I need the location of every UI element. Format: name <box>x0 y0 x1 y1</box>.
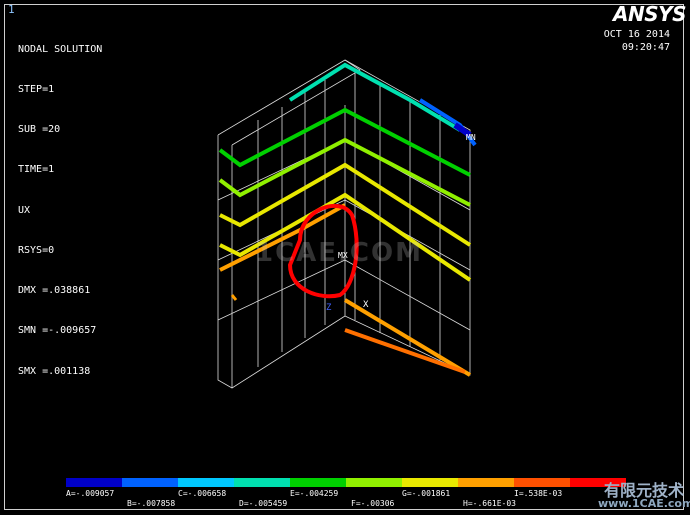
legend-label: I=.538E-03 <box>514 489 563 498</box>
mn-marker: MN <box>466 133 476 142</box>
axis-x-label: X <box>363 300 369 310</box>
legend-label: C=-.006658 <box>178 489 227 498</box>
legend-swatch <box>178 478 234 487</box>
legend-label: A=-.009057 <box>66 489 115 498</box>
legend-swatch <box>346 478 402 487</box>
legend-swatch <box>234 478 290 487</box>
legend-swatch <box>514 478 570 487</box>
legend-swatch <box>402 478 458 487</box>
watermark: 1CAE.COM <box>255 238 423 268</box>
legend-label: E=-.004259 <box>290 489 339 498</box>
legend-label: H=-.661E-03 <box>463 499 516 508</box>
watermark-url: www.1CAE.com <box>598 497 690 510</box>
contour-legend <box>66 478 626 487</box>
legend-label: G=-.001861 <box>402 489 451 498</box>
legend-swatch <box>66 478 122 487</box>
legend-swatch <box>458 478 514 487</box>
axis-z-label: Z <box>326 303 332 313</box>
legend-swatch <box>290 478 346 487</box>
legend-swatch <box>122 478 178 487</box>
legend-label: F=-.00306 <box>351 499 395 508</box>
legend-label: D=-.005459 <box>239 499 288 508</box>
ansys-graphics-window: 1 NODAL SOLUTION STEP=1 SUB =20 TIME=1 U… <box>0 0 690 515</box>
legend-label: B=-.007858 <box>127 499 176 508</box>
